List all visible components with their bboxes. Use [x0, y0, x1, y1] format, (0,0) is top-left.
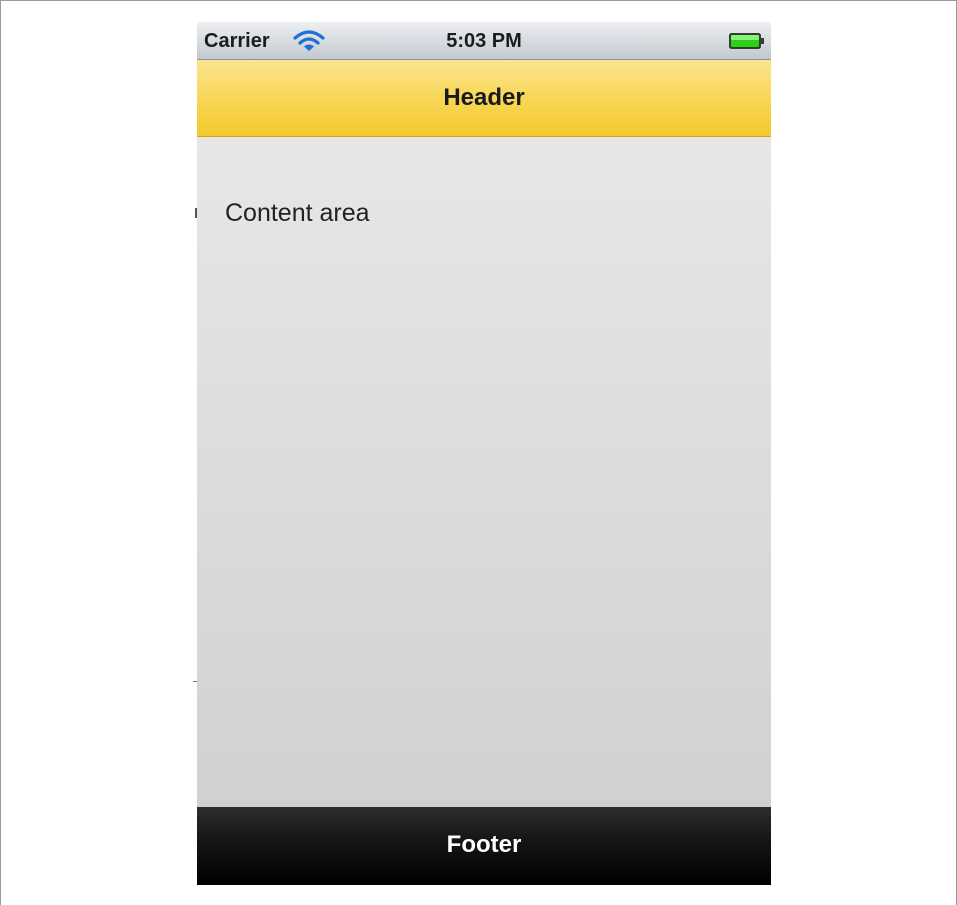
header-bar: Header	[197, 60, 771, 137]
status-bar: Carrier 5:03 PM	[197, 22, 771, 60]
header-title: Header	[443, 84, 525, 111]
status-time: 5:03 PM	[446, 30, 522, 52]
phone-screen: Carrier 5:03 PM Header Content area Foot…	[197, 22, 771, 885]
content-label: Content area	[225, 199, 370, 227]
content-area: Content area	[197, 137, 771, 807]
footer-bar: Footer	[197, 807, 771, 885]
battery-full-icon	[729, 33, 764, 49]
footer-title: Footer	[446, 831, 522, 858]
